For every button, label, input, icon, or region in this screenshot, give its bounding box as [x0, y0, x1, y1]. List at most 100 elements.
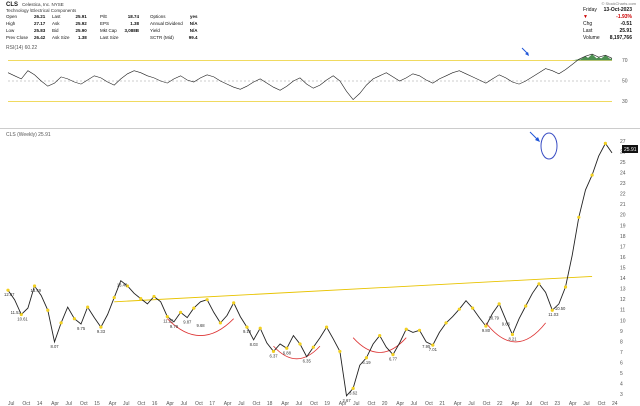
- quote-key: Options: [150, 14, 166, 19]
- y-tick-label: 22: [620, 192, 626, 198]
- y-tick-label: 9: [620, 329, 623, 335]
- right-quote-box: Friday 13-Oct-2023 ▼ -1.93% Chg -0.51 Last 25.9…: [583, 7, 632, 42]
- right-quote-value: 13-Oct-2023: [603, 7, 632, 13]
- swing-label: 9.79: [170, 324, 179, 329]
- quote-key: EPS: [100, 21, 110, 26]
- y-tick-label: 5: [620, 371, 623, 377]
- y-tick-label: 4: [620, 382, 623, 388]
- swing-label: 13.46: [117, 283, 128, 288]
- rsi-level-label: 70: [622, 58, 628, 64]
- x-tick-label: Oct: [137, 401, 145, 406]
- rsi-arrow-icon: [521, 47, 529, 56]
- quote-value: 3,088B: [124, 28, 140, 33]
- x-tick-label: Jul: [8, 401, 14, 406]
- y-tick-label: 7: [620, 350, 623, 356]
- price-arrow-icon: [529, 131, 540, 142]
- quote-value: yes: [190, 14, 198, 19]
- right-quote-key: Last: [582, 28, 593, 34]
- quote-key: Low: [6, 28, 15, 33]
- swing-dot: [258, 326, 262, 330]
- quote-key: Mkt Cap: [100, 28, 117, 33]
- x-tick-label: 14: [37, 401, 43, 406]
- swing-dot: [72, 317, 76, 321]
- swing-dot: [46, 308, 50, 312]
- swing-label: 9.80: [482, 328, 491, 333]
- swing-label: 8.03: [250, 342, 259, 347]
- quote-table-left: Open 26.21 High 27.17 Low 25.83 Prev Close 26.4…: [6, 14, 45, 41]
- swing-dot: [524, 304, 528, 308]
- quote-value: 1.38: [130, 21, 140, 26]
- x-tick-label: Jul: [296, 401, 302, 406]
- swing-dot: [471, 306, 475, 310]
- swing-label: 3.62: [349, 390, 358, 395]
- highlight-ellipse: [540, 132, 558, 160]
- y-tick-label: 15: [620, 266, 626, 272]
- swing-label: 10.61: [17, 316, 28, 321]
- y-tick-label: 11: [620, 308, 625, 314]
- swing-dot: [338, 349, 342, 354]
- swing-label: 11.25: [163, 319, 174, 324]
- x-tick-label: Apr: [109, 401, 117, 406]
- bottom-arcs: [167, 318, 546, 360]
- swing-dot: [112, 295, 116, 300]
- quote-key: Ask: [52, 21, 60, 26]
- y-tick-label: 18: [620, 234, 626, 240]
- y-tick-label: 12: [620, 297, 626, 303]
- price-panel-label: CLS (Weekly) 25.91: [6, 132, 51, 138]
- quote-key: Annual Dividend: [150, 21, 183, 26]
- y-tick-label: 25: [620, 160, 626, 166]
- x-tick-label: Oct: [310, 401, 318, 406]
- y-tick-label: 14: [620, 276, 626, 282]
- x-tick-label: 17: [209, 401, 215, 406]
- rsi-levels: 70 50 30: [8, 58, 628, 105]
- x-tick-label: Apr: [569, 401, 577, 406]
- swing-dot: [192, 306, 196, 310]
- x-tick-label: 23: [554, 401, 560, 406]
- x-axis: Jul Oct 14 Apr Jul Oct 15 Apr Jul Oct 16 Apr Jul Oct 1…: [8, 401, 618, 406]
- x-tick-label: Apr: [396, 401, 404, 406]
- rsi-level-label: 30: [622, 99, 628, 105]
- y-tick-label: 6: [620, 361, 623, 367]
- quote-value: 27.17: [34, 21, 46, 26]
- swing-label: 12.87: [4, 292, 15, 297]
- x-tick-label: Jul: [123, 401, 129, 406]
- rsi-label: RSI(14) 60.22: [6, 45, 37, 51]
- swing-label: 2.67: [343, 398, 352, 403]
- y-tick-label: 23: [620, 181, 626, 187]
- y-tick-label: 16: [620, 255, 626, 261]
- x-tick-label: Oct: [598, 401, 606, 406]
- swing-label: 6.37: [269, 353, 278, 358]
- right-quote-value: 25.91: [619, 28, 632, 34]
- rsi-line: [7, 53, 613, 101]
- x-tick-label: Oct: [195, 401, 203, 406]
- x-tick-label: 16: [152, 401, 158, 406]
- quote-value: 26.21: [34, 14, 46, 19]
- y-tick-label: 27: [620, 139, 626, 145]
- swing-label: 8.07: [50, 344, 59, 349]
- swing-label: 9.75: [77, 326, 86, 331]
- swing-label: 6.77: [389, 357, 398, 362]
- swing-label: 9.18: [243, 329, 252, 334]
- swing-dot: [378, 333, 382, 338]
- quote-key: High: [6, 21, 16, 26]
- x-tick-label: Jul: [411, 401, 417, 406]
- quote-key: P/E: [100, 14, 108, 19]
- swing-dot: [444, 321, 448, 325]
- quote-table-mid2: P/E 18.74 EPS 1.38 Mkt Cap 3,088B Last Size: [100, 14, 139, 41]
- quote-table-mid3: Options yes Annual Dividend N/A Yield N/A SCTR…: [150, 14, 198, 41]
- swing-labels: 12.87 13.49 10.6111.53 8.07 9.75 9.33 13.46 11.…: [4, 283, 566, 403]
- x-tick-label: Apr: [166, 401, 174, 406]
- x-tick-label: Apr: [224, 401, 232, 406]
- rsi-overbought-fill: [572, 54, 612, 61]
- x-tick-label: Oct: [22, 401, 30, 406]
- swing-dot: [86, 305, 90, 309]
- quote-table-mid1: Last 25.91 Ask 25.92 Bid 25.90 Ask Size 1.38: [52, 14, 87, 41]
- x-tick-label: Apr: [51, 401, 59, 406]
- y-tick-label: 21: [620, 202, 626, 208]
- swing-label: 7.01: [429, 347, 438, 352]
- x-tick-label: 18: [267, 401, 273, 406]
- swing-dot: [218, 321, 222, 325]
- x-tick-label: Jul: [583, 401, 589, 406]
- swing-label: 11.53: [11, 310, 22, 315]
- y-axis: 3 4 5 6 7 8 9 10 11 12 13 14 15 16 17 18 19 20 21 22 23 24 25 2…: [620, 139, 626, 398]
